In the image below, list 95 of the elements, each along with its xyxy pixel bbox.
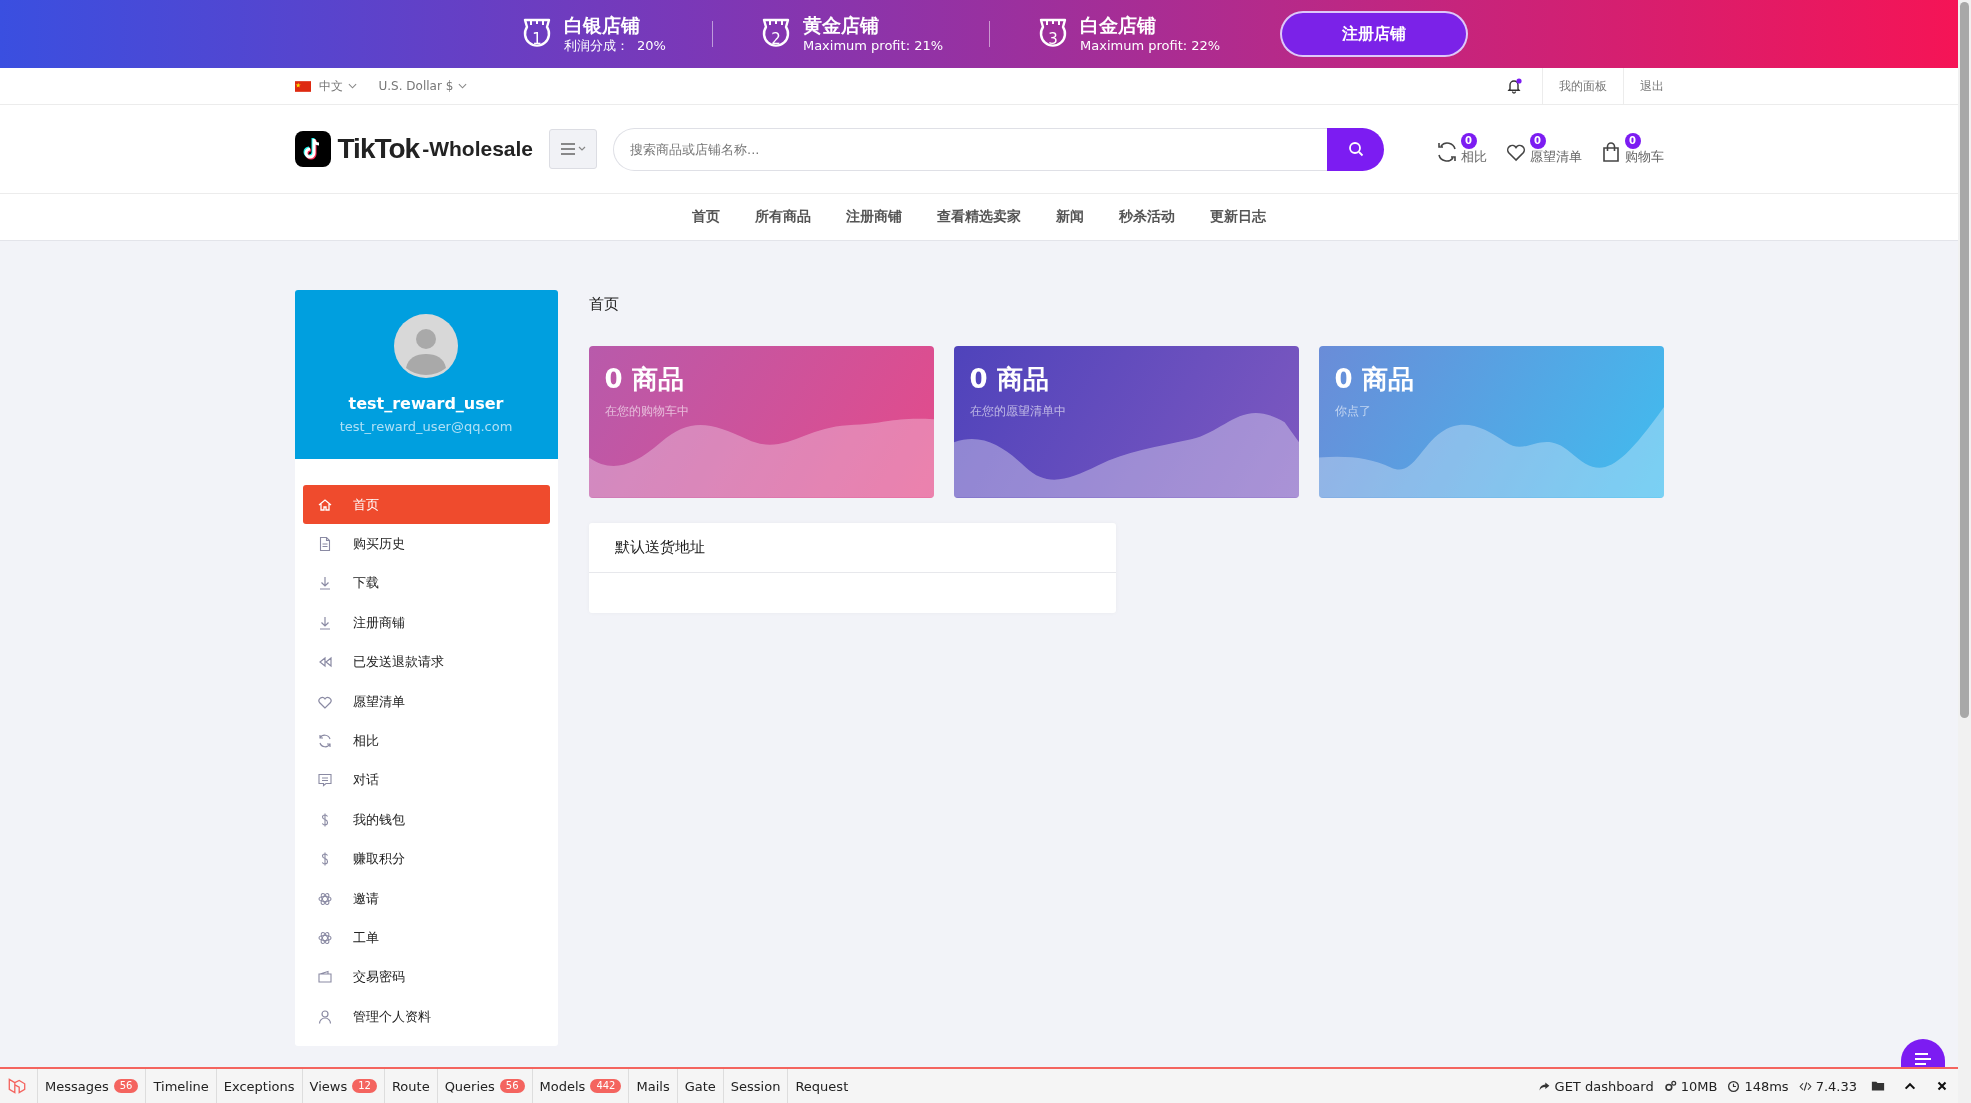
user-icon bbox=[316, 1008, 333, 1025]
tier-subtitle: Maximum profit: 22% bbox=[1080, 37, 1221, 54]
sidebar-menu-item[interactable]: 愿望清单 bbox=[302, 681, 550, 722]
nav-link[interactable]: 更新日志 bbox=[1210, 208, 1266, 226]
user-email: test_reward_user@qq.com bbox=[339, 419, 513, 434]
lines-icon bbox=[1913, 1053, 1933, 1065]
count-badge: 0 bbox=[1529, 133, 1546, 149]
top-link[interactable]: 退出 bbox=[1623, 68, 1664, 104]
debug-tab[interactable]: Exceptions bbox=[215, 1069, 302, 1103]
notification-bell-icon[interactable] bbox=[1505, 78, 1522, 94]
sidebar-menu-item[interactable]: 首页 bbox=[302, 485, 550, 525]
wallet-icon bbox=[316, 969, 333, 986]
sidebar-menu-item[interactable]: 下载 bbox=[302, 563, 550, 604]
sidebar-menu-item[interactable]: 注册商铺 bbox=[302, 603, 550, 643]
count-badge: 0 bbox=[1624, 133, 1641, 149]
stat-count: 0 商品 bbox=[1334, 363, 1415, 396]
debug-stat: GET dashboard bbox=[1554, 1078, 1654, 1094]
tier-title: 黄金店铺 bbox=[802, 14, 880, 37]
nav-link[interactable]: 新闻 bbox=[1056, 208, 1084, 226]
register-store-button[interactable]: 注册店铺 bbox=[1280, 11, 1469, 57]
refresh-icon[interactable] bbox=[1435, 141, 1458, 163]
currency-selector[interactable]: U.S. Dollar $ bbox=[378, 77, 468, 95]
username: test_reward_user bbox=[348, 394, 504, 413]
header-link[interactable]: 愿望清单 bbox=[1529, 149, 1582, 165]
count-badge: 56 bbox=[499, 1079, 525, 1093]
swirl-icon bbox=[316, 930, 333, 946]
avatar-icon bbox=[394, 314, 458, 378]
nav-link[interactable]: 注册商铺 bbox=[846, 208, 902, 226]
caret-icon bbox=[458, 83, 468, 89]
menu-icon bbox=[560, 142, 586, 156]
card-title: 默认送货地址 bbox=[588, 523, 1116, 573]
stat-count: 0 商品 bbox=[969, 363, 1050, 396]
debug-stat: 148ms bbox=[1744, 1078, 1789, 1094]
stat-caption: 在您的购物车中 bbox=[604, 403, 690, 420]
nav-link[interactable]: 所有商品 bbox=[755, 208, 811, 226]
nav-link[interactable]: 查看精选卖家 bbox=[937, 208, 1021, 226]
debug-tab[interactable]: Timeline bbox=[145, 1069, 216, 1103]
scrollbar-thumb[interactable] bbox=[1960, 2, 1969, 718]
sidebar-menu-item[interactable]: 我的钱包 bbox=[302, 800, 550, 840]
search-button[interactable] bbox=[1327, 127, 1384, 171]
logo-text: -Wholesale bbox=[422, 137, 533, 161]
count-badge: 56 bbox=[113, 1079, 139, 1093]
sidebar-menu-item[interactable]: 邀请 bbox=[302, 878, 550, 919]
nav-link[interactable]: 秒杀活动 bbox=[1119, 208, 1175, 226]
tier-subtitle: 利润分成： 20% bbox=[563, 37, 666, 54]
search-icon bbox=[1347, 141, 1364, 157]
tier-subtitle: Maximum profit: 21% bbox=[802, 37, 944, 54]
stat-caption: 你点了 bbox=[1334, 403, 1372, 420]
debug-stat: 10MB bbox=[1680, 1078, 1718, 1094]
count-badge: 12 bbox=[352, 1079, 377, 1093]
debug-tab[interactable]: Messages 56 bbox=[37, 1069, 146, 1103]
debug-tab[interactable]: Request bbox=[787, 1069, 856, 1103]
top-link[interactable]: 我的面板 bbox=[1542, 68, 1624, 104]
sidebar-menu-item[interactable]: 管理个人资料 bbox=[302, 997, 550, 1037]
stat-caption: 在您的愿望清单中 bbox=[969, 403, 1067, 420]
chat-button[interactable] bbox=[1901, 1039, 1945, 1069]
sidebar-menu-item[interactable]: 对话 bbox=[302, 760, 550, 801]
cogs-icon bbox=[1663, 1079, 1677, 1093]
count-badge: 442 bbox=[590, 1079, 622, 1093]
debug-tab[interactable]: Models 442 bbox=[531, 1069, 629, 1103]
language-selector[interactable]: 中文 bbox=[294, 77, 357, 95]
sidebar-menu-item[interactable]: 已发送退款请求 bbox=[302, 642, 550, 682]
caret-icon bbox=[347, 83, 357, 89]
debug-tab[interactable]: Queries 56 bbox=[436, 1069, 532, 1103]
chat-icon bbox=[316, 772, 333, 789]
nav-link[interactable]: 首页 bbox=[692, 208, 720, 226]
swirl-icon bbox=[316, 890, 333, 907]
debug-stat: 7.4.33 bbox=[1815, 1078, 1857, 1094]
debug-tab[interactable]: Views 12 bbox=[301, 1069, 384, 1103]
folder-icon[interactable] bbox=[1871, 1079, 1885, 1093]
sidebar-menu-item[interactable]: 赚取积分 bbox=[302, 839, 550, 879]
refresh-icon bbox=[316, 733, 333, 750]
logo-text: TikTok bbox=[337, 133, 420, 165]
debug-tab[interactable]: Session bbox=[722, 1069, 788, 1103]
tier-title: 白金店铺 bbox=[1080, 14, 1158, 37]
count-badge: 0 bbox=[1460, 133, 1477, 149]
debug-tab[interactable]: Route bbox=[383, 1069, 437, 1103]
flag-icon bbox=[294, 80, 311, 92]
code-icon bbox=[1798, 1079, 1812, 1093]
search-field[interactable]: 搜索商品或店铺名称... bbox=[613, 127, 1327, 171]
stat-count: 0 商品 bbox=[604, 363, 685, 396]
tier-title: 白银店铺 bbox=[563, 14, 641, 37]
music-note-logo-icon bbox=[294, 131, 331, 167]
category-menu-button[interactable] bbox=[549, 129, 597, 169]
debug-tab[interactable]: Gate bbox=[676, 1069, 723, 1103]
page-title: 首页 bbox=[588, 295, 620, 314]
sidebar-menu-item[interactable]: 购买历史 bbox=[302, 524, 550, 564]
header-link[interactable]: 相比 bbox=[1460, 149, 1487, 165]
clock-icon bbox=[1727, 1079, 1741, 1093]
sidebar-menu-item[interactable]: 交易密码 bbox=[302, 957, 550, 998]
debug-tab[interactable]: Mails bbox=[628, 1069, 677, 1103]
close-icon[interactable] bbox=[1935, 1079, 1949, 1093]
sidebar-menu-item[interactable]: 相比 bbox=[302, 721, 550, 761]
sidebar-menu-item[interactable]: 工单 bbox=[302, 918, 550, 958]
header-link[interactable]: 购物车 bbox=[1624, 149, 1664, 165]
